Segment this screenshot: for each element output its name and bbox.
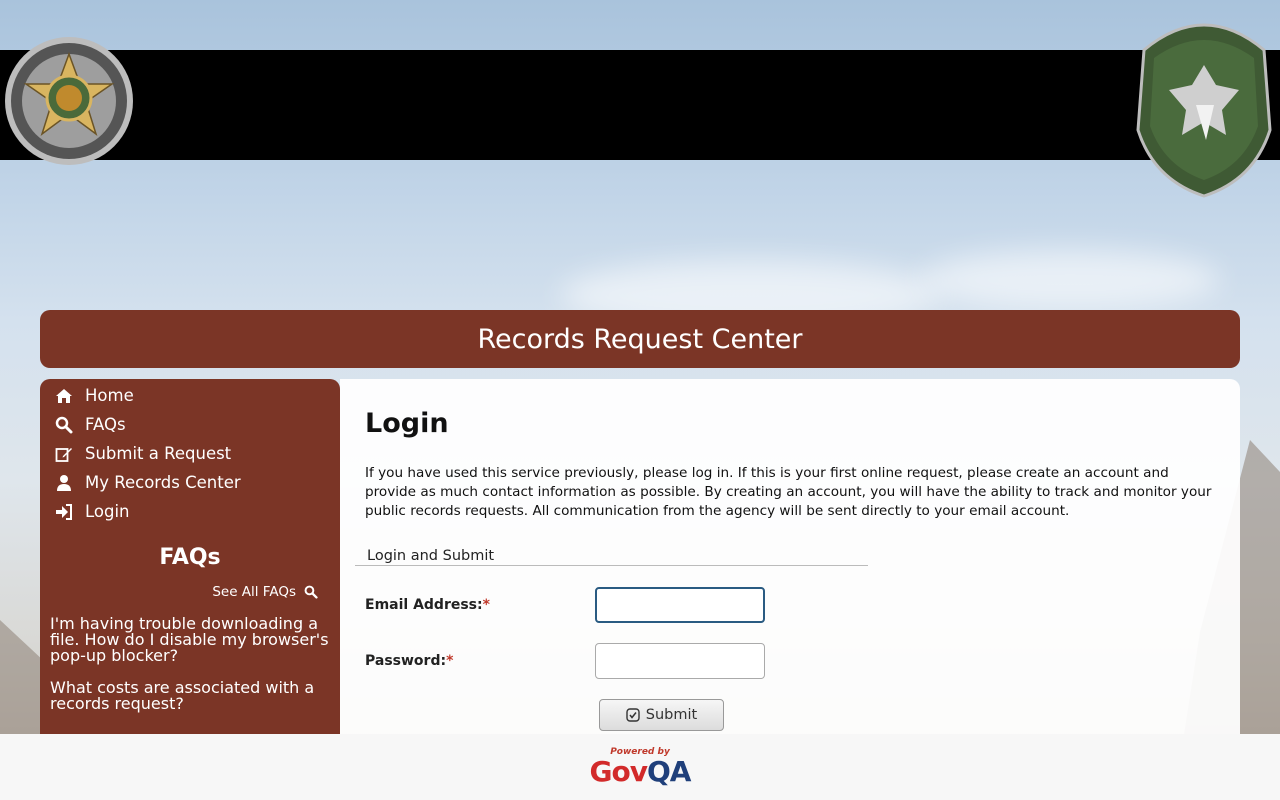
nav-item-submit-request[interactable]: Submit a Request xyxy=(40,439,340,468)
nav-item-label: FAQs xyxy=(85,415,126,434)
govqa-logo[interactable]: Powered by GovQA xyxy=(589,747,692,788)
govqa-gov: Gov xyxy=(589,754,648,788)
nav-item-faqs[interactable]: FAQs xyxy=(40,410,340,439)
submit-button[interactable]: Submit xyxy=(599,699,724,731)
faq-link-costs[interactable]: What costs are associated with a records… xyxy=(40,680,340,712)
sidebar: Home FAQs Submit a Request My Records Ce… xyxy=(40,379,340,739)
page-title: Records Request Center xyxy=(477,323,803,355)
cloud xyxy=(920,250,1220,310)
password-input[interactable] xyxy=(595,643,765,679)
search-icon xyxy=(54,416,74,434)
user-icon xyxy=(54,474,74,492)
required-marker: * xyxy=(482,597,490,613)
page-title-banner: Records Request Center xyxy=(40,310,1240,368)
login-heading: Login xyxy=(365,408,449,439)
password-label-text: Password: xyxy=(365,653,447,669)
login-panel: Login If you have used this service prev… xyxy=(340,379,1240,739)
sign-in-icon xyxy=(54,503,74,521)
edit-icon xyxy=(54,445,74,463)
password-label: Password:* xyxy=(365,653,453,669)
nav-item-login[interactable]: Login xyxy=(40,497,340,526)
footer: Powered by GovQA xyxy=(0,734,1280,800)
required-marker: * xyxy=(446,653,454,669)
govqa-wordmark: GovQA xyxy=(589,754,692,788)
nav-item-label: My Records Center xyxy=(85,473,241,492)
sidebar-faqs-heading: FAQs xyxy=(159,545,221,570)
header-band xyxy=(0,50,1280,160)
submit-button-label: Submit xyxy=(645,707,698,723)
login-intro-text: If you have used this service previously… xyxy=(365,465,1212,519)
govqa-qa: QA xyxy=(647,754,691,788)
check-square-icon xyxy=(626,708,640,722)
email-label: Email Address:* xyxy=(365,597,490,613)
nav-item-label: Login xyxy=(85,502,130,521)
nav-item-label: Home xyxy=(85,386,134,405)
see-all-faqs-link[interactable]: See All FAQs xyxy=(40,584,340,600)
nav-item-home[interactable]: Home xyxy=(40,381,340,410)
see-all-faqs-label: See All FAQs xyxy=(212,584,296,600)
faq-link-popup-blocker[interactable]: I'm having trouble downloading a file. H… xyxy=(40,616,340,664)
sheriff-patch-logo xyxy=(1136,23,1272,198)
section-legend: Login and Submit xyxy=(355,548,868,566)
search-icon xyxy=(304,585,318,599)
sheriff-seal-logo xyxy=(5,37,133,165)
nav-item-my-records-center[interactable]: My Records Center xyxy=(40,468,340,497)
email-label-text: Email Address: xyxy=(365,597,483,613)
nav-item-label: Submit a Request xyxy=(85,444,232,463)
home-icon xyxy=(54,387,74,405)
email-input[interactable] xyxy=(595,587,765,623)
